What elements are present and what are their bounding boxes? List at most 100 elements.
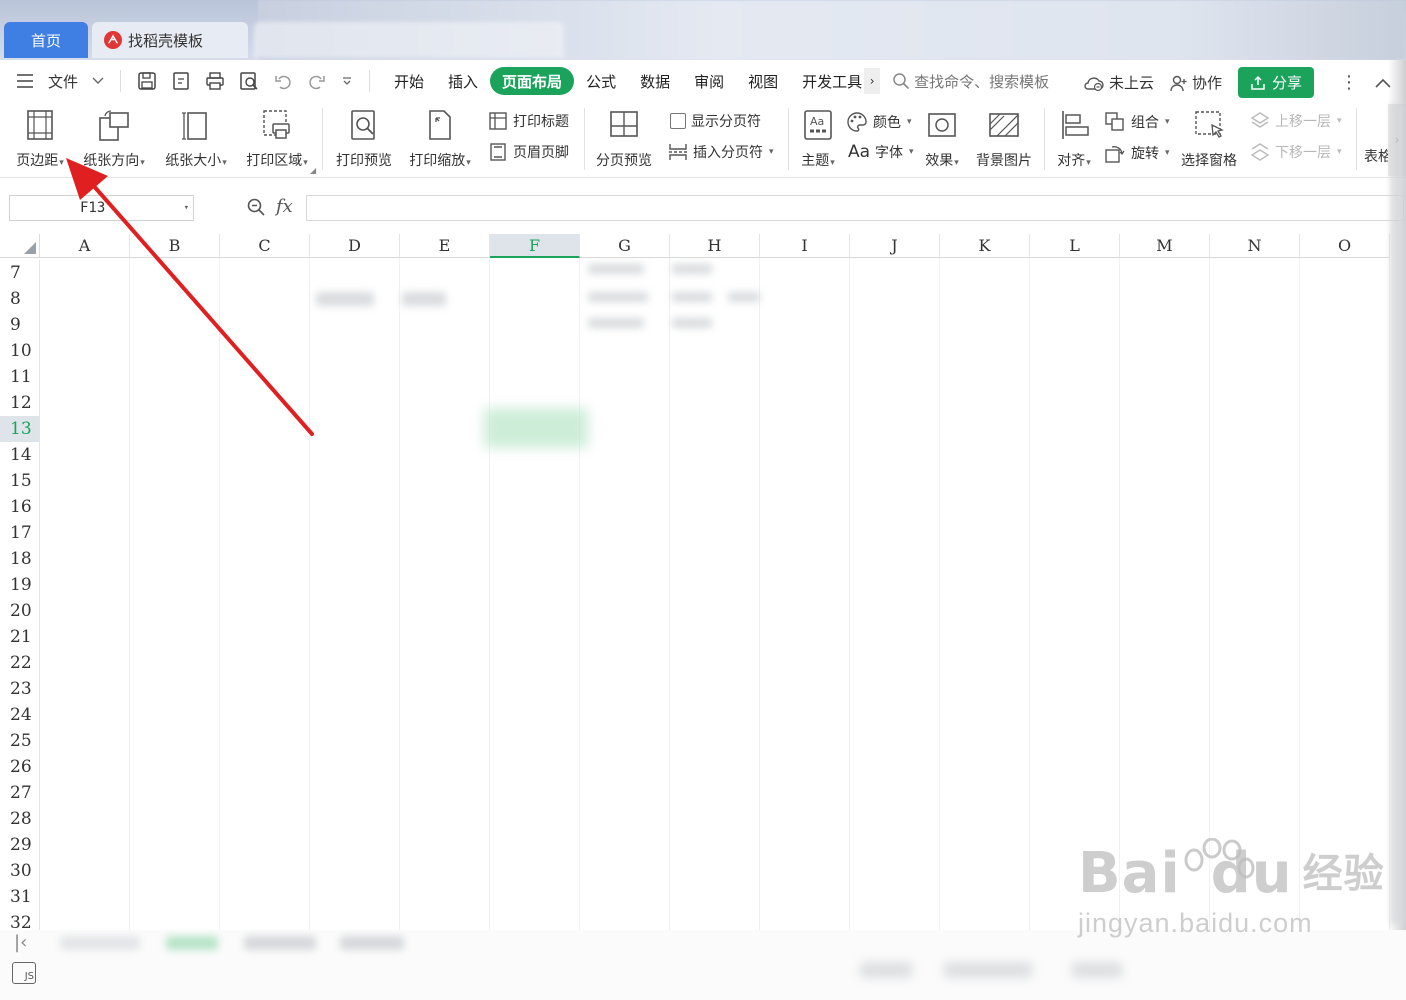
row-header-15[interactable]: 15 xyxy=(0,468,40,494)
menu-view[interactable]: 视图 xyxy=(736,67,790,95)
margins-button[interactable]: 页边距▾ xyxy=(10,108,70,170)
undo-icon[interactable] xyxy=(273,71,293,91)
row-header-28[interactable]: 28 xyxy=(0,806,40,832)
row-header-19[interactable]: 19 xyxy=(0,572,40,598)
background-image-button[interactable]: 背景图片 xyxy=(972,108,1036,170)
tab-document[interactable] xyxy=(254,22,564,58)
effects-button[interactable]: 效果▾ xyxy=(920,108,964,170)
column-header-o[interactable]: O xyxy=(1300,234,1390,258)
menu-data[interactable]: 数据 xyxy=(628,67,682,95)
header-footer-button[interactable]: 页眉页脚 xyxy=(488,142,569,162)
menu-start[interactable]: 开始 xyxy=(382,67,436,95)
menu-formulas[interactable]: 公式 xyxy=(574,67,628,95)
column-header-m[interactable]: M xyxy=(1120,234,1210,258)
show-page-breaks-checkbox[interactable]: 显示分页符 xyxy=(670,111,761,131)
column-header-j[interactable]: J xyxy=(850,234,940,258)
theme-button[interactable]: Aa 主题▾ xyxy=(796,108,840,170)
save-icon[interactable] xyxy=(137,71,157,91)
row-header-8[interactable]: 8 xyxy=(0,286,40,312)
row-header-17[interactable]: 17 xyxy=(0,520,40,546)
column-header-c[interactable]: C xyxy=(220,234,310,258)
row-header-24[interactable]: 24 xyxy=(0,702,40,728)
column-header-k[interactable]: K xyxy=(940,234,1030,258)
insert-page-break-button[interactable]: 插入分页符 ▾ xyxy=(668,142,774,162)
vertical-scrollbar[interactable] xyxy=(1390,104,1406,924)
row-header-27[interactable]: 27 xyxy=(0,780,40,806)
command-search[interactable]: 查找命令、搜索模板 xyxy=(892,71,1049,92)
selection-pane-button[interactable]: 选择窗格 xyxy=(1176,108,1242,170)
group-button[interactable]: 组合 ▾ xyxy=(1104,111,1170,133)
column-header-f[interactable]: F xyxy=(490,234,580,258)
blurred-sheet-tab[interactable] xyxy=(340,936,404,950)
row-header-9[interactable]: 9 xyxy=(0,312,40,338)
column-header-a[interactable]: A xyxy=(40,234,130,258)
row-header-29[interactable]: 29 xyxy=(0,832,40,858)
column-header-l[interactable]: L xyxy=(1030,234,1120,258)
column-header-d[interactable]: D xyxy=(310,234,400,258)
cloud-status[interactable]: 未上云 xyxy=(1083,72,1154,93)
page-setup-dialog-launcher[interactable]: ◢ xyxy=(310,166,316,175)
row-header-21[interactable]: 21 xyxy=(0,624,40,650)
tab-home[interactable]: 首页 xyxy=(4,22,88,58)
row-header-16[interactable]: 16 xyxy=(0,494,40,520)
column-header-e[interactable]: E xyxy=(400,234,490,258)
row-header-22[interactable]: 22 xyxy=(0,650,40,676)
row-header-26[interactable]: 26 xyxy=(0,754,40,780)
menu-insert[interactable]: 插入 xyxy=(436,67,490,95)
row-header-10[interactable]: 10 xyxy=(0,338,40,364)
select-all-button[interactable] xyxy=(0,234,40,258)
page-break-preview-button[interactable]: 分页预览 xyxy=(592,108,656,170)
row-header-14[interactable]: 14 xyxy=(0,442,40,468)
selected-cell-F13[interactable] xyxy=(484,408,588,448)
row-header-31[interactable]: 31 xyxy=(0,884,40,910)
insert-function-button[interactable]: fx xyxy=(276,196,293,217)
first-sheet-icon[interactable]: |‹ xyxy=(14,932,27,953)
zoom-icon[interactable] xyxy=(246,197,266,217)
more-options-icon[interactable]: ⋮ xyxy=(1340,72,1358,93)
menu-review[interactable]: 审阅 xyxy=(682,67,736,95)
row-header-18[interactable]: 18 xyxy=(0,546,40,572)
row-header-20[interactable]: 20 xyxy=(0,598,40,624)
row-header-11[interactable]: 11 xyxy=(0,364,40,390)
row-header-13[interactable]: 13 xyxy=(0,416,40,442)
send-backward-button[interactable]: 下移一层 ▾ xyxy=(1250,142,1342,162)
menu-more-button[interactable]: › xyxy=(864,68,881,94)
tab-template[interactable]: ᗅ 找稻壳模板 xyxy=(92,22,248,58)
row-header-30[interactable]: 30 xyxy=(0,858,40,884)
fonts-button[interactable]: Aa 字体 ▾ xyxy=(848,142,914,162)
bring-forward-button[interactable]: 上移一层 ▾ xyxy=(1250,111,1342,131)
menu-page-layout[interactable]: 页面布局 xyxy=(490,67,575,95)
rotate-button[interactable]: 旋转 ▾ xyxy=(1104,142,1170,164)
file-menu[interactable]: 文件 xyxy=(0,71,114,92)
collaborate-button[interactable]: 协作 xyxy=(1170,72,1222,93)
align-button[interactable]: 对齐▾ xyxy=(1052,108,1096,170)
column-header-n[interactable]: N xyxy=(1210,234,1300,258)
formula-input[interactable] xyxy=(306,195,1404,221)
orientation-button[interactable]: 纸张方向▾ xyxy=(78,108,150,170)
print-preview-icon[interactable] xyxy=(239,71,259,91)
print-preview-button[interactable]: 打印预览 xyxy=(332,108,396,170)
column-header-i[interactable]: I xyxy=(760,234,850,258)
column-header-h[interactable]: H xyxy=(670,234,760,258)
row-header-23[interactable]: 23 xyxy=(0,676,40,702)
paper-size-button[interactable]: 纸张大小▾ xyxy=(160,108,232,170)
print-area-button[interactable]: 打印区域▾ xyxy=(240,108,314,170)
share-button[interactable]: 分享 xyxy=(1237,67,1314,98)
blurred-sheet-tab[interactable] xyxy=(244,936,316,950)
print-icon[interactable] xyxy=(205,71,225,91)
row-header-12[interactable]: 12 xyxy=(0,390,40,416)
name-box[interactable]: F13 ▾ xyxy=(9,195,194,221)
customize-toolbar-icon[interactable] xyxy=(341,75,353,87)
status-bar-icon[interactable]: JS xyxy=(12,962,36,984)
print-titles-button[interactable]: 打印标题 xyxy=(488,111,569,131)
print-scale-button[interactable]: 打印缩放▾ xyxy=(404,108,476,170)
colors-button[interactable]: 颜色 ▾ xyxy=(846,111,912,133)
blurred-sheet-tab-active[interactable] xyxy=(166,936,218,950)
export-pdf-icon[interactable] xyxy=(171,71,191,91)
row-header-7[interactable]: 7 xyxy=(0,260,40,286)
column-header-g[interactable]: G xyxy=(580,234,670,258)
menu-developer[interactable]: 开发工具 xyxy=(790,67,864,95)
column-header-b[interactable]: B xyxy=(130,234,220,258)
redo-icon[interactable] xyxy=(307,71,327,91)
row-header-25[interactable]: 25 xyxy=(0,728,40,754)
